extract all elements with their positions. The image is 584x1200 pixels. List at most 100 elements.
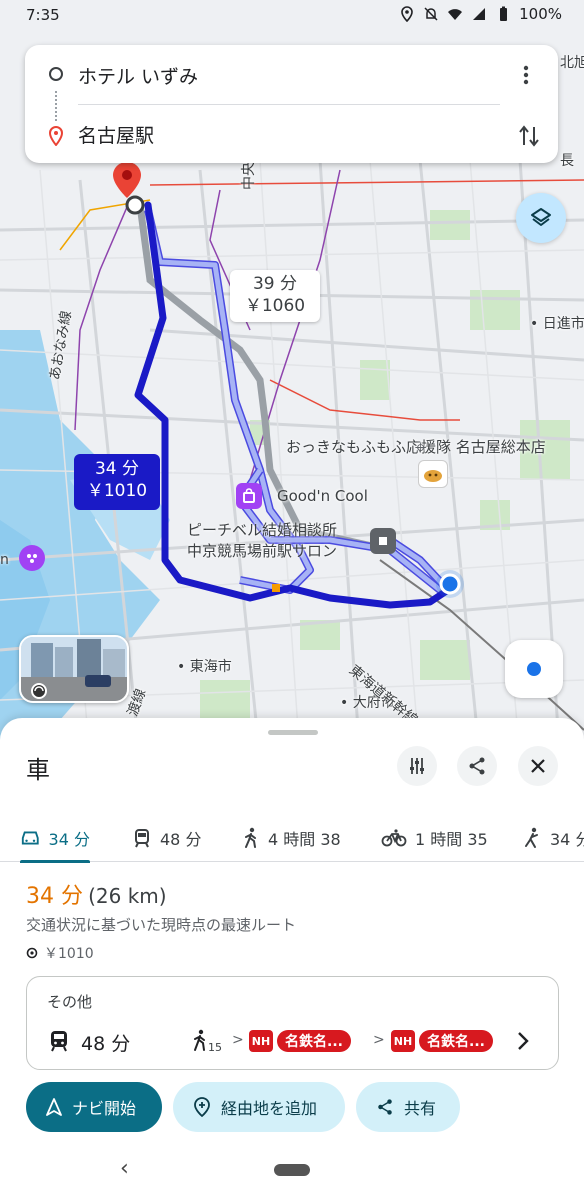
status-icons: 100% — [399, 5, 562, 23]
status-time: 7:35 — [26, 6, 60, 24]
share-icon — [469, 757, 485, 775]
tab-walk-label: 4 時間 38 — [268, 830, 341, 849]
origin-input[interactable]: ホテル いずみ — [78, 62, 198, 89]
route-distance: (26 km) — [88, 884, 167, 908]
route-toll: ￥1010 — [26, 943, 94, 963]
share-label: 共有 — [404, 1099, 437, 1118]
active-tab-indicator — [20, 860, 90, 863]
wifi-status-icon — [448, 9, 463, 20]
toll-amount: ￥1010 — [44, 946, 94, 962]
travel-mode-tabs: 34 分 48 分 4 時間 38 1 時間 35 34 分 — [0, 814, 584, 863]
battery-percent: 100% — [519, 5, 562, 23]
ride-icon — [525, 827, 538, 848]
swap-icon[interactable] — [516, 123, 542, 149]
step-chevron-icon: > — [373, 1032, 385, 1048]
place-poi-icon[interactable] — [19, 545, 45, 571]
start-navigation-button[interactable]: ナビ開始 — [26, 1082, 162, 1132]
location-status-icon — [401, 6, 413, 22]
tab-walk[interactable]: 4 時間 38 — [242, 814, 341, 862]
line-badge-1: NH — [249, 1030, 273, 1052]
tab-bike[interactable]: 1 時間 35 — [381, 814, 488, 862]
route-duration: 34 分 — [26, 884, 83, 909]
step-chevron-icon: > — [232, 1032, 244, 1048]
my-location-icon — [527, 662, 541, 676]
map-label-salon[interactable]: 中京競馬場前駅サロン — [187, 540, 337, 561]
tune-icon — [410, 758, 424, 774]
mofumofu-poi-icon[interactable] — [418, 460, 448, 488]
route-summary: 34 分 (26 km) — [26, 878, 167, 910]
main-route-fare: ￥1010 — [86, 481, 148, 501]
layers-button[interactable] — [516, 193, 566, 243]
back-chevron-icon[interactable]: ‹ — [120, 1156, 129, 1181]
start-navigation-label: ナビ開始 — [72, 1099, 137, 1118]
origin-circle-icon — [49, 67, 63, 81]
main-route-time: 34 分 — [94, 459, 140, 479]
walk-icon — [245, 827, 256, 848]
shopping-poi-icon[interactable] — [236, 483, 262, 509]
street-view-image — [21, 637, 127, 701]
add-stop-label: 経由地を追加 — [221, 1099, 318, 1118]
map-label-nisshin: • 日進市 — [530, 316, 584, 332]
navigation-icon — [46, 1098, 62, 1116]
add-stop-button[interactable]: 経由地を追加 — [173, 1082, 345, 1132]
main-route-tag[interactable]: 34 分 ￥1010 — [74, 454, 160, 510]
line-badge-2: NH — [391, 1030, 415, 1052]
line-name-2: 名鉄名... — [419, 1030, 493, 1052]
destination-input[interactable]: 名古屋駅 — [78, 121, 154, 148]
map-label-peachbell[interactable]: ピーチベル結婚相談所 — [187, 519, 337, 540]
directions-sheet: 車 34 分 48 分 4 時間 38 1 時間 35 34 分 34 分 (2… — [0, 718, 584, 1200]
add-location-icon — [194, 1097, 210, 1117]
transit-line-1: NH 名鉄名... — [249, 1029, 351, 1053]
sheet-title: 車 — [26, 756, 50, 784]
alternative-transit-card[interactable]: その他 48 分 15 > NH 名鉄名... > NH 名鉄名... — [26, 976, 559, 1070]
my-location-button[interactable] — [505, 640, 563, 698]
more-options-icon[interactable] — [516, 63, 536, 87]
signal-status-icon — [473, 8, 486, 20]
share-route-button[interactable] — [457, 746, 497, 786]
train-icon — [135, 829, 149, 848]
close-icon — [531, 759, 545, 773]
share-button[interactable]: 共有 — [356, 1082, 460, 1132]
map-label-hokkai: 北旭 — [560, 55, 584, 71]
alt-route-tag[interactable]: 39 分 ￥1060 — [230, 270, 320, 322]
tab-transit-label: 48 分 — [160, 830, 202, 849]
map-pin-marker-icon: ⌖ — [415, 435, 427, 459]
share-icon — [378, 1099, 392, 1115]
map-label-chonai: 長 — [560, 153, 574, 169]
tab-car[interactable]: 34 分 — [20, 814, 90, 863]
station-poi-icon[interactable] — [370, 528, 396, 554]
transit-icon — [51, 1031, 67, 1052]
map-label-tokai: • 東海市 — [177, 659, 232, 675]
bike-icon — [381, 829, 407, 847]
car-icon — [21, 831, 39, 845]
route-input-card: ホテル いずみ 名古屋駅 — [25, 45, 558, 163]
tab-transit[interactable]: 48 分 — [132, 814, 201, 862]
walk-minutes: 15 — [208, 1041, 222, 1054]
chevron-right-icon — [518, 1032, 529, 1050]
street-view-thumbnail[interactable] — [19, 635, 129, 703]
map-view[interactable]: 中央 北旭 長 • 日進市 おっきなもふもふ応援隊 名古屋総本店 Good'n … — [0, 0, 584, 760]
close-button[interactable] — [518, 746, 558, 786]
alt-route-time: 39 分 — [252, 274, 298, 294]
destination-marker-icon — [48, 126, 64, 146]
battery-status-icon — [500, 6, 508, 21]
mute-status-icon — [424, 7, 438, 21]
map-label-goodncool[interactable]: Good'n Cool — [277, 487, 368, 505]
tab-ride[interactable]: 34 分 — [522, 814, 584, 862]
route-card-divider — [78, 104, 500, 105]
tab-bike-label: 1 時間 35 — [415, 830, 488, 849]
walk-step-icon — [194, 1029, 205, 1051]
tab-ride-label: 34 分 — [550, 830, 584, 849]
status-bar: 7:35 100% — [0, 0, 584, 32]
home-pill[interactable] — [274, 1164, 310, 1176]
others-title: その他 — [47, 993, 93, 1011]
route-connector — [55, 91, 57, 121]
system-nav-bar: ‹ — [0, 1148, 584, 1200]
drag-handle[interactable] — [268, 730, 318, 735]
destination-pin-icon[interactable] — [110, 160, 144, 200]
layers-icon — [531, 208, 551, 226]
toll-icon — [26, 947, 38, 959]
tab-car-label: 34 分 — [48, 830, 90, 849]
route-options-button[interactable] — [397, 746, 437, 786]
map-label-chubu: 中央 — [241, 162, 257, 190]
